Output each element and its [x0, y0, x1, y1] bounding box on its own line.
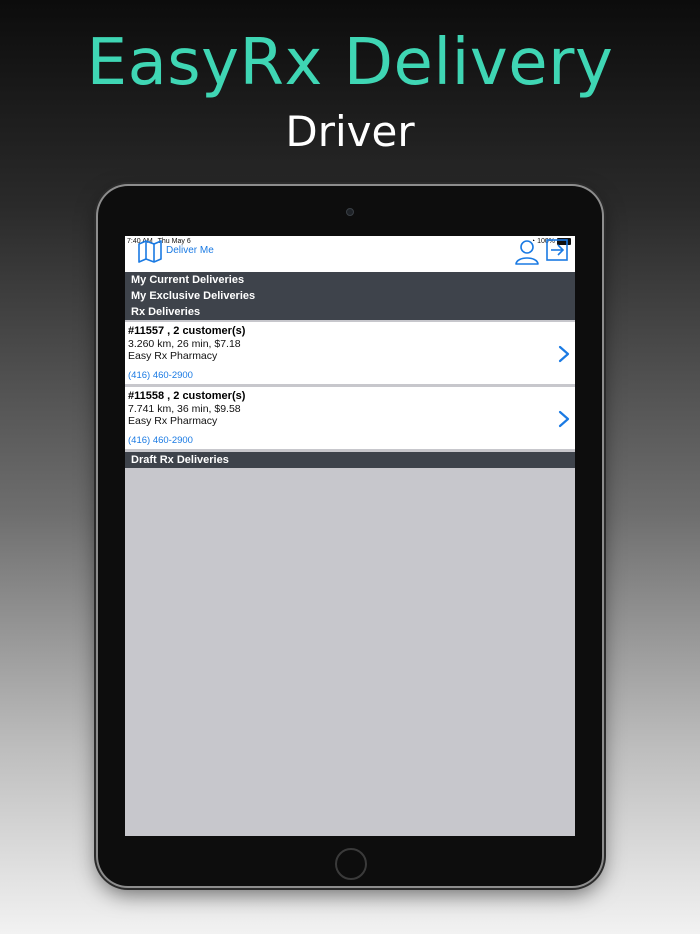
chevron-right-icon[interactable]	[558, 410, 570, 428]
delivery-cell[interactable]: #11558 , 2 customer(s) 7.741 km, 36 min,…	[125, 387, 575, 449]
delivery-meta: 3.260 km, 26 min, $7.18	[128, 338, 241, 350]
map-icon[interactable]	[137, 239, 163, 263]
draft-rx-deliveries-header[interactable]: Draft Rx Deliveries	[125, 452, 575, 468]
delivery-title: #11557 , 2 customer(s)	[128, 325, 246, 337]
promo-title: EasyRx Delivery	[86, 26, 614, 100]
camera	[346, 208, 354, 216]
promo-subtitle: Driver	[285, 107, 415, 156]
menu-item-my-current-deliveries[interactable]: My Current Deliveries	[125, 272, 575, 288]
delivery-pharmacy: Easy Rx Pharmacy	[128, 350, 218, 362]
tablet-frame: 7:40 AM Thu May 6 ◔ 100% Deliver Me My C…	[98, 186, 602, 886]
delivery-phone[interactable]: (416) 460-2900	[128, 435, 193, 446]
delivery-cell[interactable]: #11557 , 2 customer(s) 3.260 km, 26 min,…	[125, 322, 575, 384]
navigation-bar: 7:40 AM Thu May 6 ◔ 100% Deliver Me	[125, 236, 575, 272]
menu-section: My Current Deliveries My Exclusive Deliv…	[125, 272, 575, 320]
delivery-pharmacy: Easy Rx Pharmacy	[128, 415, 218, 427]
menu-item-my-exclusive-deliveries[interactable]: My Exclusive Deliveries	[125, 288, 575, 304]
user-icon[interactable]	[515, 239, 539, 265]
delivery-meta: 7.741 km, 36 min, $9.58	[128, 403, 241, 415]
nav-title: Deliver Me	[166, 245, 214, 256]
exit-icon[interactable]	[545, 238, 569, 262]
delivery-title: #11558 , 2 customer(s)	[128, 390, 246, 402]
home-button[interactable]	[335, 848, 367, 880]
chevron-right-icon[interactable]	[558, 345, 570, 363]
menu-item-rx-deliveries[interactable]: Rx Deliveries	[125, 304, 575, 320]
delivery-phone[interactable]: (416) 460-2900	[128, 370, 193, 381]
app-screen: 7:40 AM Thu May 6 ◔ 100% Deliver Me My C…	[125, 236, 575, 836]
